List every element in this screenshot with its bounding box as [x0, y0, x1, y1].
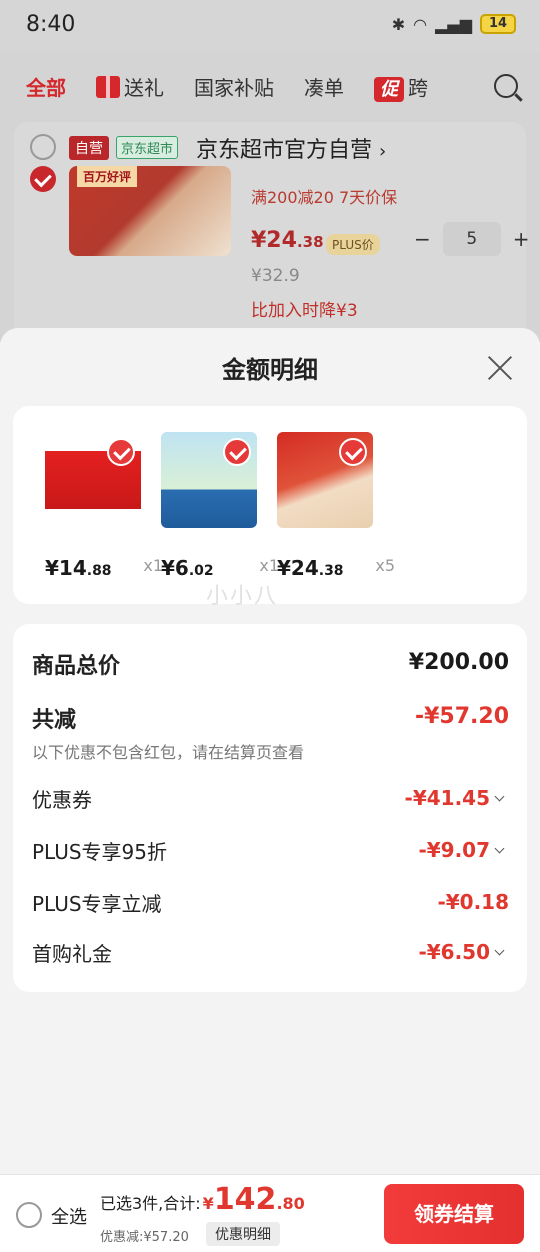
- plus-discount-label: PLUS专享95折: [32, 840, 167, 864]
- item-price-int: ¥6: [161, 556, 189, 580]
- item-price-int: ¥24: [277, 556, 319, 580]
- coupon-value[interactable]: -¥41.45: [404, 786, 505, 810]
- self-operated-badge: 自营: [69, 136, 109, 160]
- price-drop-text: 比加入时降¥3: [251, 301, 358, 321]
- item-price-row: ¥24.38 x5: [277, 556, 395, 580]
- tab-national-subsidy[interactable]: 国家补贴: [194, 72, 274, 101]
- quantity-stepper: − 5 +: [414, 222, 530, 256]
- store-checkbox[interactable]: [30, 134, 56, 160]
- product-thumbnail: [161, 432, 257, 528]
- status-bar: 8:40 ✱ ◠ ▂▄▆ 14: [0, 0, 540, 52]
- plus-reduce-value: -¥0.18: [437, 890, 509, 914]
- signal-icon: ▂▄▆: [435, 14, 472, 34]
- gift-icon: [96, 75, 120, 98]
- amount-detail-sheet: 金额明细 ¥14.88 x1 ¥6.02 x1 ¥24.38 x5 商品总价 ¥…: [0, 328, 540, 1174]
- plus-discount-value[interactable]: -¥9.07: [418, 838, 505, 862]
- chevron-down-icon: [494, 791, 505, 802]
- tab-promo[interactable]: 促跨: [374, 72, 428, 102]
- search-icon[interactable]: [494, 74, 518, 98]
- coupon-amount: -¥41.45: [404, 786, 490, 810]
- quantity-field[interactable]: 5: [442, 222, 501, 256]
- item-price: ¥6.02: [161, 556, 214, 580]
- plus-reduce-label: PLUS专享立减: [32, 892, 162, 916]
- original-price: ¥32.9: [251, 266, 300, 286]
- watermark: 小小八: [206, 584, 279, 609]
- supermarket-badge: 京东超市: [116, 136, 179, 159]
- tab-bundle[interactable]: 凑单: [304, 72, 344, 101]
- battery-icon: 14: [480, 14, 516, 34]
- reduce-value: -¥57.20: [414, 704, 509, 729]
- select-all-label[interactable]: 全选: [51, 1203, 87, 1229]
- product-thumbnail: [45, 432, 141, 528]
- product-thumbnail: [277, 432, 373, 528]
- first-purchase-value[interactable]: -¥6.50: [418, 940, 505, 964]
- store-name: 京东超市官方自营: [196, 138, 373, 163]
- first-purchase-label: 首购礼金: [32, 942, 112, 966]
- item-price-dec: .38: [296, 233, 324, 251]
- promo-badge: 促: [374, 77, 404, 102]
- store-card: 自营 京东超市 京东超市官方自营 › 百万好评 满200减20 7天价保 ¥24…: [14, 122, 530, 362]
- chevron-down-icon: [494, 843, 505, 854]
- item-price: ¥14.88: [45, 556, 112, 580]
- check-icon: [107, 438, 135, 466]
- first-purchase-amount: -¥6.50: [418, 940, 490, 964]
- plus-discount-amount: -¥9.07: [418, 838, 490, 862]
- tab-promo-label: 跨: [408, 76, 428, 100]
- select-all-checkbox[interactable]: [16, 1202, 42, 1228]
- tab-gift[interactable]: 送礼: [96, 72, 164, 101]
- cart-page-background: 全部 送礼 国家补贴 凑单 促跨 自营 京东超市 京东超市官方自营 › 百万好评…: [0, 52, 540, 362]
- close-icon[interactable]: [486, 354, 514, 382]
- checkout-button[interactable]: 领券结算: [384, 1184, 524, 1244]
- selected-items-card: ¥14.88 x1 ¥6.02 x1 ¥24.38 x5: [13, 406, 527, 604]
- total-label: 商品总价: [32, 654, 121, 679]
- status-icons: ✱ ◠ ▂▄▆ 14: [392, 14, 516, 34]
- item-price-int: ¥14: [45, 556, 87, 580]
- reduce-label: 共减: [32, 708, 77, 733]
- item-price-row: ¥6.02 x1: [161, 556, 279, 580]
- price-detail-card: 商品总价 ¥200.00 共减 -¥57.20 以下优惠不包含红包，请在结算页查…: [13, 624, 527, 992]
- total-yen: ¥: [202, 1194, 214, 1213]
- sheet-title: 金额明细: [222, 356, 318, 384]
- product-image[interactable]: 百万好评: [69, 166, 231, 256]
- item-checkbox[interactable]: [30, 166, 56, 192]
- item-price-row: ¥14.88 x1: [45, 556, 163, 580]
- item-price-dec: .88: [86, 563, 112, 579]
- status-time: 8:40: [26, 12, 76, 37]
- plus-button[interactable]: +: [513, 227, 530, 251]
- chevron-right-icon: ›: [379, 141, 387, 162]
- item-price: ¥24.38: [251, 228, 324, 253]
- coupon-label: 优惠券: [32, 788, 92, 812]
- tab-gift-label: 送礼: [124, 76, 164, 100]
- item-price-int: ¥24: [251, 228, 297, 253]
- selected-item[interactable]: ¥6.02 x1: [161, 432, 279, 580]
- total-integer: 142: [213, 1182, 277, 1217]
- total-summary: 已选3件,合计: ¥ 142 .80: [100, 1185, 305, 1215]
- bluetooth-icon: ✱: [391, 14, 406, 34]
- promo-text: 满200减20 7天价保: [251, 188, 398, 207]
- chevron-down-icon: [494, 945, 505, 956]
- discount-detail-button[interactable]: 优惠明细: [206, 1222, 280, 1246]
- category-tabs: 全部 送礼 国家补贴 凑单 促跨: [26, 72, 458, 102]
- item-price-dec: .38: [318, 563, 344, 579]
- total-decimal: .80: [276, 1194, 305, 1213]
- checkout-footer: 全选 已选3件,合计: ¥ 142 .80 优惠减:¥57.20 优惠明细 领券…: [0, 1174, 540, 1252]
- tab-all[interactable]: 全部: [26, 72, 66, 101]
- plus-price-tag: PLUS价: [326, 234, 380, 255]
- total-value: ¥200.00: [408, 650, 509, 675]
- selected-item[interactable]: ¥14.88 x1: [45, 432, 163, 580]
- minus-button[interactable]: −: [414, 227, 431, 251]
- wifi-icon: ◠: [413, 14, 428, 34]
- product-image-tag: 百万好评: [77, 166, 138, 187]
- discount-summary: 优惠减:¥57.20: [100, 1230, 189, 1245]
- item-price: ¥24.38: [277, 556, 344, 580]
- store-name-link[interactable]: 京东超市官方自营 ›: [196, 132, 386, 164]
- reduce-note: 以下优惠不包含红包，请在结算页查看: [32, 743, 305, 762]
- summary-prefix: 已选3件,合计:: [100, 1194, 201, 1213]
- selected-item[interactable]: ¥24.38 x5: [277, 432, 395, 580]
- check-icon: [223, 438, 251, 466]
- item-quantity: x5: [375, 556, 395, 575]
- item-price-dec: .02: [188, 563, 214, 579]
- check-icon: [339, 438, 367, 466]
